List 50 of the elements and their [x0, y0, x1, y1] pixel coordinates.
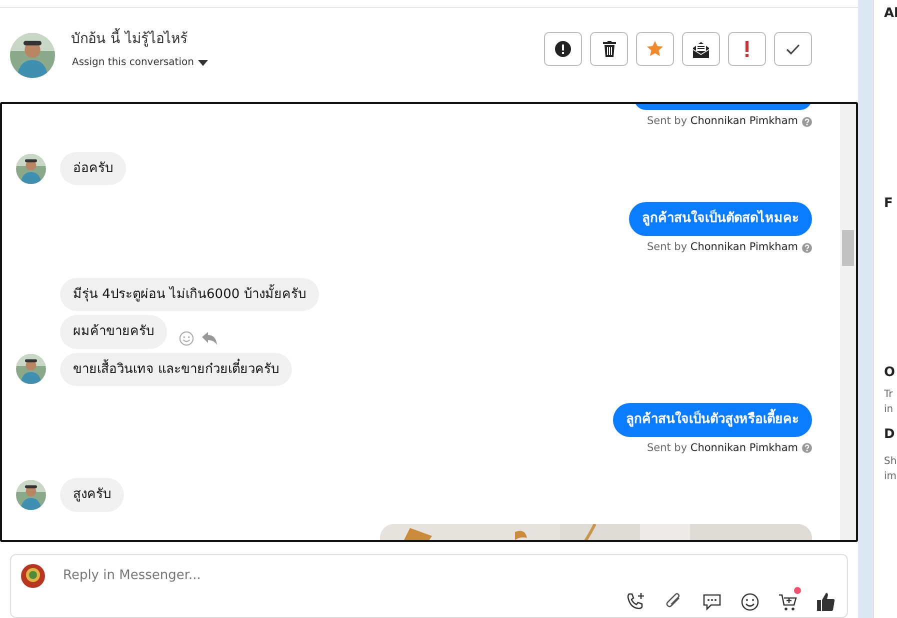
message-bubble: อ่อครับ — [60, 152, 126, 186]
section-heading: D — [884, 426, 896, 444]
reply-box[interactable]: Reply in Messenger... — [10, 554, 848, 618]
section-heading: O — [884, 364, 896, 382]
message-bubble: ลูกค้าสนใจเป็นตัดสดไหมคะ — [629, 202, 812, 236]
help-icon — [802, 443, 812, 454]
sent-by-text: Sent by Chonnikan Pimkham — [646, 114, 798, 129]
message-bubble: ลูกค้าสนใจเป็นตัวสูงหรือเตี้ยคะ — [613, 403, 812, 436]
call-add-icon — [626, 592, 646, 612]
cart-button[interactable] — [777, 589, 799, 611]
message-bubble: สูงครับ — [60, 478, 124, 512]
section-heading: F — [884, 194, 894, 212]
message-bubble: ผมค้าขายครับ — [60, 315, 167, 348]
exclamation-icon — [745, 41, 749, 57]
done-button[interactable] — [774, 32, 812, 66]
message-bubble: มีรุ่น 4ประตูผ่อน ไม่เกิน6000 บ้างมั้ยครับ — [60, 278, 319, 311]
cart-icon — [778, 592, 798, 612]
mark-unread-button[interactable] — [682, 32, 720, 66]
info-text: in — [884, 402, 894, 416]
avatar — [16, 354, 46, 384]
info-text: Sh — [884, 455, 897, 469]
section-heading: Al — [884, 5, 897, 23]
message-bubble: ขายเสื้อวินเทจ และขายก๋วยเตี๋ยวครับ — [60, 352, 292, 386]
info-text: Tr — [884, 388, 894, 402]
help-icon — [802, 242, 812, 253]
alert-icon — [555, 41, 571, 57]
avatar — [16, 480, 46, 510]
caret-icon — [198, 60, 208, 66]
star-button[interactable] — [636, 32, 674, 66]
avatar — [10, 32, 55, 78]
thumbs-up-icon — [816, 592, 836, 612]
page-logo — [21, 564, 45, 588]
delete-button[interactable] — [590, 32, 628, 66]
spam-button[interactable] — [544, 32, 582, 66]
avatar — [16, 154, 46, 184]
assign-dropdown[interactable]: Assign this conversation — [71, 54, 209, 71]
sent-by-text: Sent by Chonnikan Pimkham — [646, 240, 798, 255]
trash-icon — [602, 41, 616, 57]
sent-by-text: Sent by Chonnikan Pimkham — [646, 440, 798, 456]
chat-icon — [702, 592, 722, 612]
check-icon — [786, 44, 800, 54]
mail-icon — [693, 40, 709, 58]
reply-icon[interactable] — [202, 332, 217, 346]
emoji-icon — [740, 592, 760, 612]
info-text: im — [884, 470, 897, 484]
star-icon — [647, 41, 663, 57]
help-icon — [802, 116, 812, 127]
follow-up-button[interactable] — [728, 32, 766, 66]
scrollbar[interactable] — [840, 104, 856, 540]
contact-name: บักอ้น นี้ ไม่รู้ไอไหร้ — [71, 29, 528, 50]
